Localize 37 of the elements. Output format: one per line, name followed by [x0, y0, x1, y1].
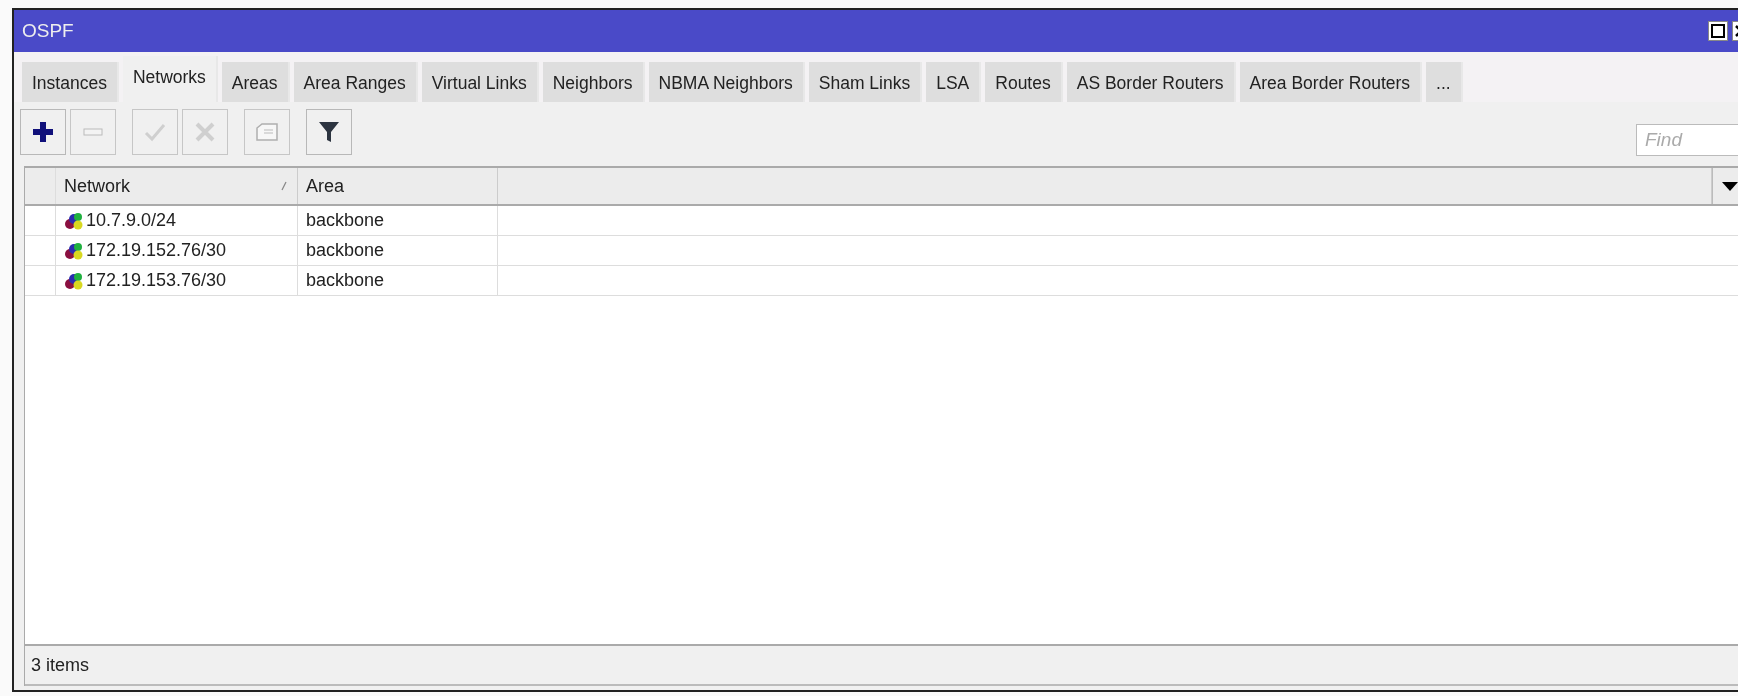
network-icon: [64, 240, 84, 261]
network-address: 172.19.152.76/30: [86, 240, 227, 261]
table-cell: backbone: [298, 206, 498, 235]
plus-icon: [32, 121, 54, 143]
check-icon: [144, 121, 166, 143]
tab[interactable]: Networks: [122, 56, 218, 102]
filter-icon: [318, 120, 340, 144]
maximize-icon[interactable]: [1708, 21, 1728, 41]
tab[interactable]: Sham Links: [808, 62, 923, 102]
column-header[interactable]: Area: [298, 168, 498, 204]
tab[interactable]: Neighbors: [542, 62, 645, 102]
sort-icon: [281, 181, 287, 191]
note-icon: [255, 122, 279, 142]
tab[interactable]: Virtual Links: [421, 62, 539, 102]
network-icon: [64, 270, 84, 291]
window-title: OSPF: [22, 20, 74, 42]
tab[interactable]: Areas: [221, 62, 290, 102]
network-address: 172.19.153.76/30: [86, 270, 227, 291]
tab[interactable]: Instances: [22, 62, 119, 102]
table-cell: backbone: [298, 236, 498, 265]
tab[interactable]: NBMA Neighbors: [648, 62, 805, 102]
tab[interactable]: Area Border Routers: [1239, 62, 1423, 102]
network-address: 10.7.9.0/24: [86, 210, 177, 231]
toolbar-button[interactable]: [306, 109, 352, 155]
tab[interactable]: AS Border Routers: [1066, 62, 1236, 102]
tab[interactable]: ...: [1426, 62, 1463, 102]
x-icon: [194, 121, 216, 143]
table-cell: backbone: [298, 266, 498, 295]
network-icon: [64, 210, 84, 231]
dropdown-icon[interactable]: [1721, 181, 1738, 191]
tab[interactable]: Routes: [985, 62, 1063, 102]
item-count: 3 items: [31, 654, 90, 676]
column-header[interactable]: Network: [56, 168, 298, 204]
toolbar-button[interactable]: [20, 109, 66, 155]
tab[interactable]: Area Ranges: [293, 62, 418, 102]
tab[interactable]: LSA: [926, 62, 982, 102]
find-field[interactable]: Find: [1636, 124, 1738, 156]
